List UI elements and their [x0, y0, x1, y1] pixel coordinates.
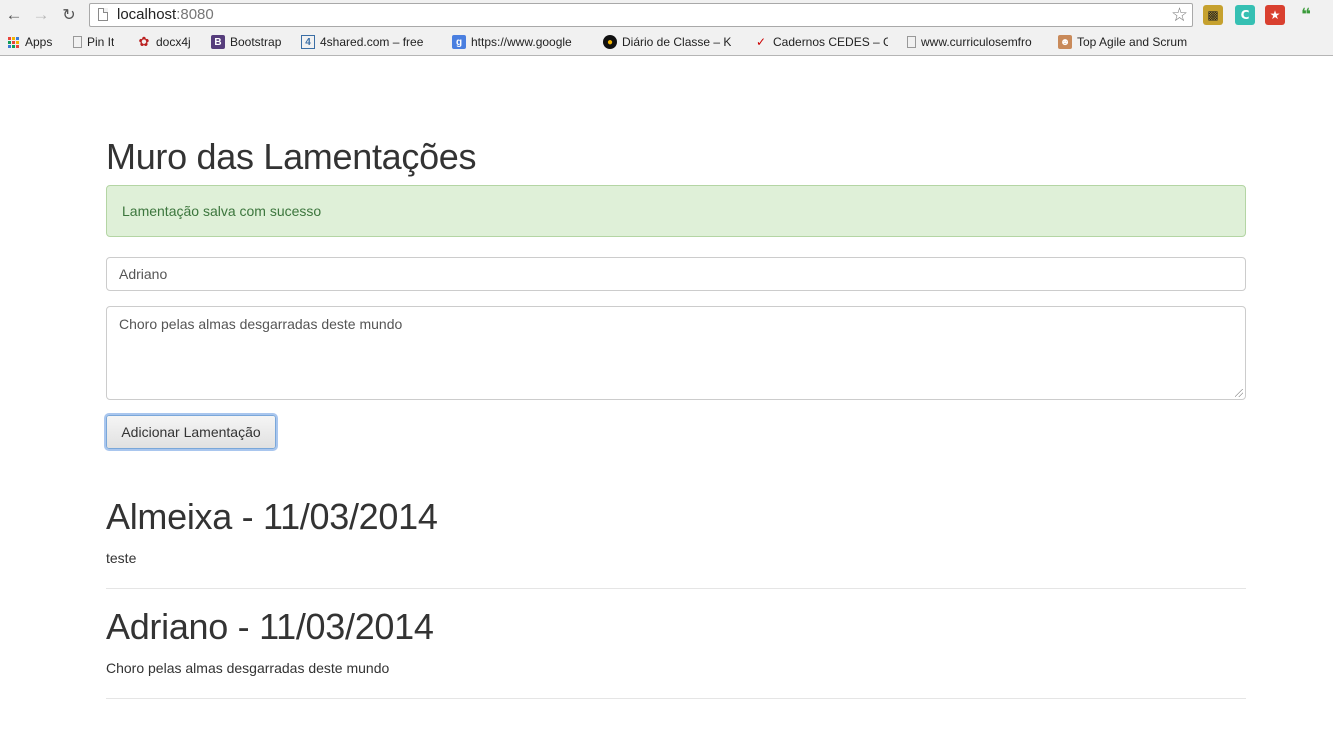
page-icon	[73, 36, 82, 48]
cedes-icon: ✓	[755, 35, 767, 49]
forward-icon[interactable]: →	[31, 5, 51, 25]
entry-body: Choro pelas almas desgarradas deste mund…	[106, 660, 390, 676]
browser-chrome: ← → ↻ localhost:8080 ☆ ▩ C ★ ❝ Apps Pin …	[0, 0, 1333, 56]
bootstrap-icon: B	[211, 35, 225, 49]
google-icon: g	[452, 35, 466, 49]
bookmark-4shared[interactable]: 4 4shared.com – free	[301, 34, 437, 50]
hangouts-icon[interactable]: ❝	[1296, 5, 1316, 25]
add-lamentation-button[interactable]: Adicionar Lamentação	[106, 415, 276, 449]
bookmark-diario-de-classe[interactable]: ● Diário de Classe – K	[603, 34, 737, 50]
browser-toolbar: ← → ↻ localhost:8080 ☆ ▩ C ★ ❝	[0, 0, 1333, 30]
message-textarea[interactable]: Choro pelas almas desgarradas deste mund…	[106, 306, 1246, 400]
page-title: Muro das Lamentações	[106, 136, 477, 177]
page-icon	[907, 36, 916, 48]
entry-title: Adriano - 11/03/2014	[106, 606, 434, 647]
bookmark-pin-it[interactable]: Pin It	[73, 34, 123, 50]
bookmarks-bar: Apps Pin It ✿ docx4j B Bootstrap 4 4shar…	[0, 31, 1333, 54]
bookmark-google[interactable]: g https://www.google	[452, 34, 586, 50]
bookmark-cadernos-cedes[interactable]: ✓ Cadernos CEDES – G	[754, 34, 888, 50]
bookmark-docx4j[interactable]: ✿ docx4j	[137, 34, 197, 50]
4shared-icon: 4	[301, 35, 315, 49]
message-text: Choro pelas almas desgarradas deste mund…	[119, 316, 403, 332]
name-input[interactable]	[106, 257, 1246, 291]
extension-c-icon[interactable]: C	[1235, 5, 1255, 25]
list-item: Adriano - 11/03/2014 Choro pelas almas d…	[106, 606, 1246, 699]
bookmark-curriculos[interactable]: www.curriculosemfro	[907, 34, 1041, 50]
resize-grip-icon[interactable]	[1235, 389, 1243, 397]
docx4j-icon: ✿	[138, 34, 150, 49]
entry-title: Almeixa - 11/03/2014	[106, 496, 438, 537]
bookmark-top-agile[interactable]: ☻ Top Agile and Scrum	[1058, 34, 1192, 50]
reload-icon[interactable]: ↻	[59, 5, 79, 25]
extension-bookmark-icon[interactable]: ★	[1265, 5, 1285, 25]
address-bar[interactable]: localhost:8080 ☆	[89, 3, 1193, 27]
extension-camera-icon[interactable]: ▩	[1203, 5, 1223, 25]
entry-body: teste	[106, 550, 137, 566]
bookmark-bootstrap[interactable]: B Bootstrap	[211, 34, 287, 50]
avatar-icon: ☻	[1058, 35, 1072, 49]
bookmark-apps[interactable]: Apps	[6, 34, 58, 50]
back-icon[interactable]: ←	[4, 5, 24, 25]
url-host: localhost	[117, 6, 177, 23]
list-item: Almeixa - 11/03/2014 teste	[106, 496, 1246, 589]
page-icon	[98, 8, 108, 21]
url-port: :8080	[176, 6, 214, 23]
success-alert: Lamentação salva com sucesso	[106, 185, 1246, 237]
diario-icon: ●	[603, 35, 617, 49]
url-text: localhost:8080	[117, 6, 214, 23]
bookmark-star-icon[interactable]: ☆	[1171, 4, 1188, 27]
apps-grid-icon	[6, 35, 20, 49]
